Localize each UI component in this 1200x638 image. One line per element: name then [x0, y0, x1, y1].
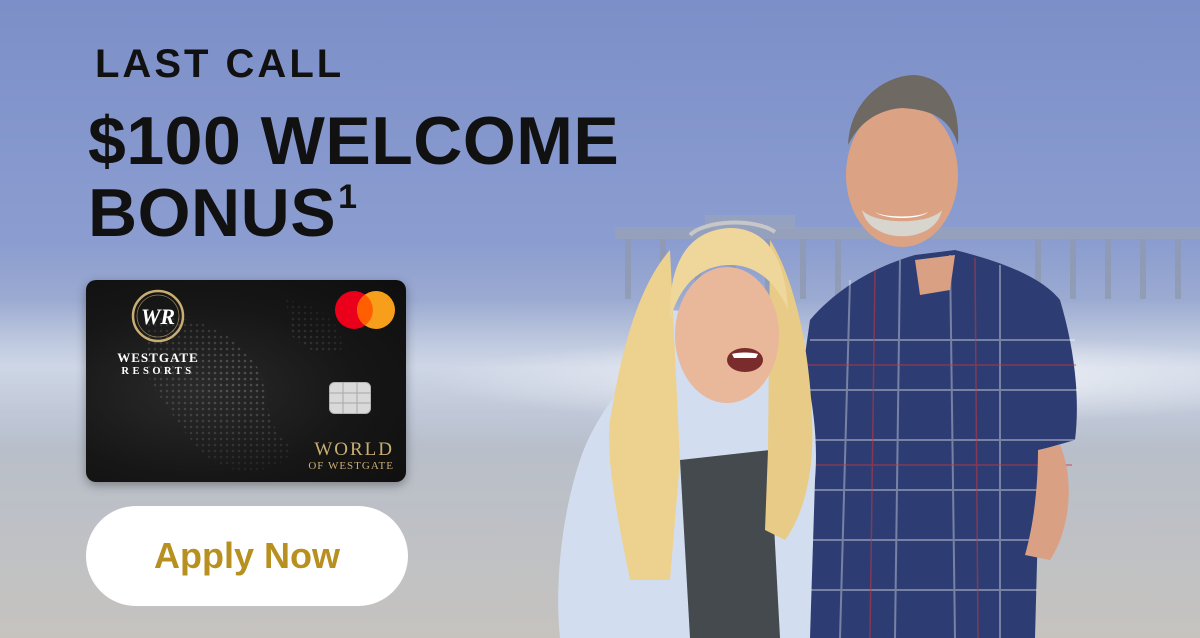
emv-chip-icon	[329, 382, 371, 414]
wr-monogram-icon: WR	[131, 289, 185, 343]
world-of-westgate-wordmark: WORLD OF WESTGATE	[308, 440, 394, 473]
world-line-2: OF WESTGATE	[308, 460, 394, 472]
credit-card-image: WR WESTGATE RESORTS WORLD OF WESTGATE	[86, 280, 406, 482]
logo-wordmark: WESTGATE RESORTS	[106, 350, 210, 379]
logo-line-1: WESTGATE	[117, 350, 199, 365]
headline-line-2: BONUS	[88, 175, 337, 251]
promo-banner: LAST CALL $100 WELCOME BONUS1 WR WESTGAT…	[0, 0, 1200, 638]
world-line-1: WORLD	[314, 439, 394, 460]
westgate-resorts-logo: WR WESTGATE RESORTS	[106, 288, 210, 386]
apply-now-button[interactable]: Apply Now	[86, 506, 408, 606]
footnote-marker: 1	[338, 178, 358, 216]
logo-monogram: WR	[141, 304, 175, 329]
mastercard-logo-icon	[335, 291, 395, 329]
logo-line-2: RESORTS	[121, 366, 195, 377]
eyebrow-text: LAST CALL	[95, 42, 345, 86]
smiling-couple-photo	[558, 75, 1078, 638]
